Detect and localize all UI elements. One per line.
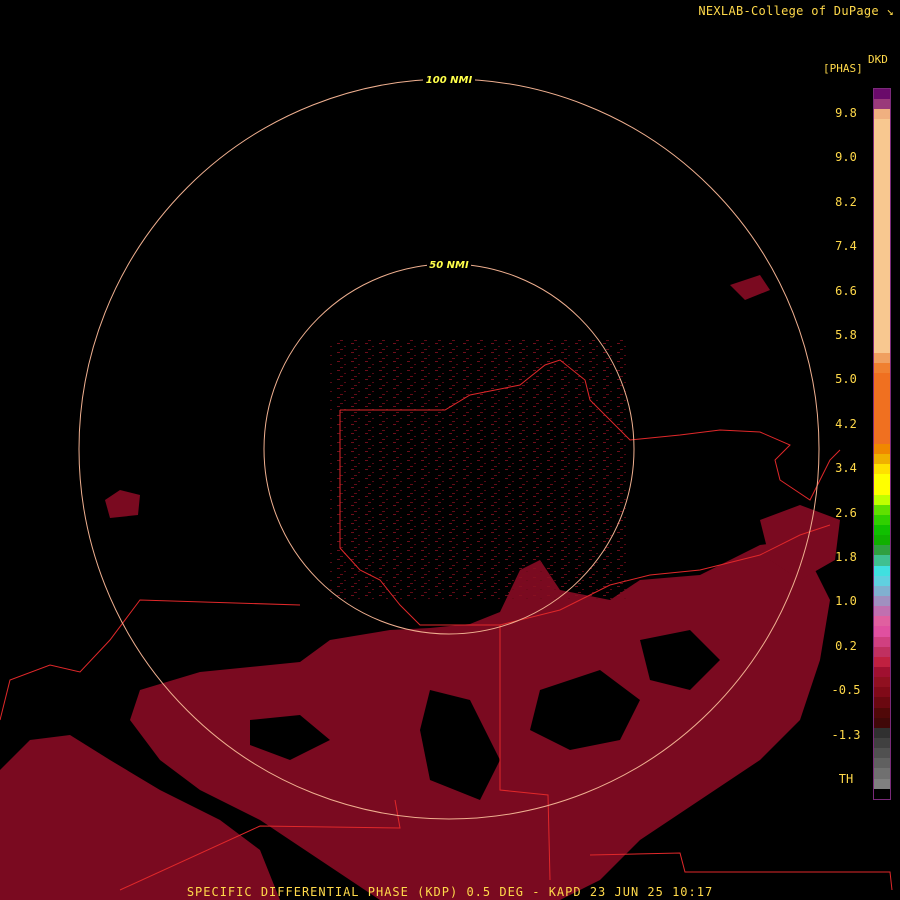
color-swatch (874, 301, 890, 313)
color-swatch (874, 697, 890, 708)
color-swatch (874, 332, 890, 343)
legend-product-code: DKD (868, 53, 888, 66)
color-swatch (874, 484, 890, 495)
color-swatch (874, 352, 890, 363)
color-swatch (874, 758, 890, 769)
color-swatch (874, 464, 890, 475)
color-scale-tick: 8.2 (835, 194, 857, 209)
color-swatch (874, 778, 890, 789)
color-swatch (874, 180, 890, 191)
color-swatch (874, 149, 890, 160)
color-scale-tick: TH (838, 772, 854, 786)
color-swatch (874, 707, 890, 718)
color-swatch (874, 210, 890, 221)
color-swatch (874, 474, 890, 485)
color-swatch (874, 413, 890, 424)
color-swatch (874, 606, 890, 617)
color-scale-tick: -0.5 (831, 683, 861, 698)
color-scale-tick: 9.0 (835, 150, 857, 165)
color-swatch (874, 281, 890, 292)
color-swatch (874, 139, 890, 150)
ground-clutter (330, 340, 630, 600)
color-scale-bar (873, 88, 891, 800)
color-swatch (874, 423, 890, 434)
color-swatch (874, 575, 890, 586)
color-swatch (874, 788, 890, 799)
color-swatch (874, 717, 890, 728)
color-swatch (874, 393, 890, 404)
color-swatch (874, 119, 890, 130)
color-scale-tick: -1.3 (831, 727, 861, 742)
color-scale-tick: 9.8 (835, 106, 857, 120)
color-scale-tick: 0.2 (835, 638, 857, 653)
color-swatch (874, 129, 890, 140)
color-scale-tick: 5.8 (835, 328, 857, 342)
color-scale-tick: 4.2 (835, 416, 857, 431)
range-ring-labels: 100 NMI 50 NMI (423, 73, 475, 271)
color-swatch (874, 220, 890, 231)
color-swatch (874, 291, 890, 302)
color-swatch (874, 170, 890, 181)
color-swatch (874, 525, 890, 536)
color-swatch (874, 403, 890, 414)
color-swatch (874, 555, 890, 566)
color-swatch (874, 372, 890, 384)
color-swatch (874, 241, 890, 252)
color-swatch (874, 322, 890, 333)
product-caption: SPECIFIC DIFFERENTIAL PHASE (KDP) 0.5 DE… (186, 885, 714, 899)
color-scale-tick: 3.4 (835, 461, 857, 476)
color-swatch (874, 626, 890, 637)
color-swatch (874, 768, 890, 779)
color-swatch (874, 504, 890, 515)
ring-label-50: 50 NMI (429, 260, 469, 271)
color-swatch (874, 89, 890, 100)
color-scale-tick: 1.8 (835, 550, 857, 564)
color-scale-tick: 5.0 (835, 372, 857, 387)
color-scale-tick: 2.6 (835, 505, 857, 520)
color-swatch (874, 545, 890, 556)
color-swatch (874, 565, 890, 576)
color-swatch (874, 738, 890, 749)
color-scale-tick: 6.6 (835, 283, 857, 298)
color-swatch (874, 636, 890, 647)
color-swatch (874, 535, 890, 546)
color-swatch (874, 159, 890, 171)
color-swatch (874, 748, 890, 759)
color-swatch (874, 443, 890, 455)
color-swatch (874, 646, 890, 657)
legend-unit: [PHAS] (823, 62, 863, 75)
color-swatch (874, 342, 890, 353)
color-swatch (874, 616, 890, 627)
color-swatch (874, 362, 890, 373)
color-scale-tick: 7.4 (835, 239, 857, 254)
color-swatch (874, 687, 890, 698)
color-swatch (874, 667, 890, 678)
color-swatch (874, 312, 890, 323)
color-swatch (874, 514, 890, 526)
color-swatch (874, 727, 890, 738)
color-swatch (874, 271, 890, 282)
color-swatch (874, 383, 890, 394)
color-swatch (874, 433, 890, 444)
credit-label: NEXLAB-College of DuPage ↘ (698, 4, 894, 18)
color-swatch (874, 109, 890, 120)
color-swatch (874, 190, 890, 201)
color-swatch (874, 596, 890, 607)
color-swatch (874, 251, 890, 262)
color-swatch (874, 261, 890, 272)
color-swatch (874, 656, 890, 668)
echo-northwest (105, 490, 140, 518)
color-swatch (874, 200, 890, 211)
color-swatch (874, 585, 890, 597)
color-scale-tick: 1.0 (835, 594, 857, 609)
color-swatch (874, 454, 890, 465)
color-swatch (874, 230, 890, 242)
ring-label-100: 100 NMI (426, 75, 473, 86)
echo-northeast (730, 275, 770, 300)
color-swatch (874, 677, 890, 688)
radar-map: 100 NMI 50 NMI (0, 73, 893, 900)
color-swatch (874, 99, 890, 110)
color-swatch (874, 494, 890, 505)
